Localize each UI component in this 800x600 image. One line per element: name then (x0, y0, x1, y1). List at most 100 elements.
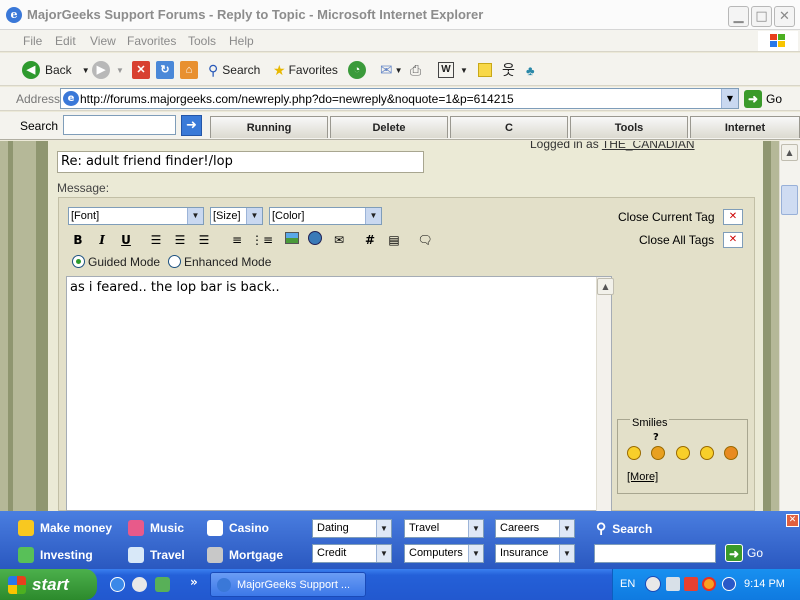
computers-select[interactable]: Computers ▼ (404, 544, 484, 563)
menu-help[interactable]: Help (229, 34, 254, 48)
close-all-tags-label: Close All Tags (639, 233, 715, 247)
search-toolbar: Search ➜ Running Delete C Tools Internet (0, 112, 800, 140)
close-all-tags-button[interactable]: ✕ (723, 232, 743, 248)
tray-antivirus-icon[interactable] (684, 577, 698, 591)
home-button[interactable]: ⌂ (180, 59, 198, 81)
scroll-up-icon[interactable]: ▲ (597, 278, 614, 295)
minimize-button[interactable]: ▁ (728, 6, 749, 27)
message-textarea[interactable] (66, 276, 612, 511)
guided-mode-radio[interactable] (72, 255, 85, 268)
smiley-icon[interactable] (700, 446, 714, 460)
bottom-go-button[interactable]: ➜ Go (725, 544, 763, 562)
back-button[interactable]: ◀ Back ▼ (22, 59, 90, 81)
link-make-money[interactable]: Make money (18, 520, 112, 536)
smiley-icon[interactable] (627, 446, 641, 460)
toolbar-search-input[interactable] (63, 115, 176, 135)
insert-php-icon[interactable]: ▤ (385, 231, 403, 249)
research-button[interactable]: ♣ (526, 59, 535, 81)
dating-select[interactable]: Dating ▼ (312, 519, 392, 538)
insurance-select[interactable]: Insurance ▼ (495, 544, 575, 563)
credit-select[interactable]: Credit ▼ (312, 544, 392, 563)
insert-email-icon[interactable]: ✉ (330, 231, 348, 249)
edit-word-button[interactable]: W ▼ (438, 59, 468, 81)
link-mortgage[interactable]: Mortgage (207, 547, 283, 563)
menu-favorites[interactable]: Favorites (127, 34, 176, 48)
link-music[interactable]: Music (128, 520, 184, 536)
border-stripe (36, 141, 48, 511)
menu-tools[interactable]: Tools (188, 34, 216, 48)
history-button[interactable]: ◔ (348, 59, 366, 81)
insert-link-icon[interactable] (306, 231, 324, 249)
textarea-scrollbar[interactable]: ▲ (596, 277, 614, 511)
media-player-icon[interactable] (132, 577, 147, 592)
color-select[interactable]: [Color] ▼ (269, 207, 382, 225)
menu-file[interactable]: File (23, 34, 42, 48)
start-button[interactable]: start (0, 569, 97, 600)
ie-quicklaunch-icon[interactable] (110, 577, 125, 592)
smilies-more-link[interactable]: [More] (627, 471, 658, 483)
forward-dropdown-icon[interactable]: ▼ (116, 66, 124, 75)
travel-select[interactable]: Travel ▼ (404, 519, 484, 538)
smiley-icon[interactable] (676, 446, 690, 460)
messenger-button[interactable]: 웃 (502, 59, 515, 81)
logged-in-user-link[interactable]: THE_CANADIAN (602, 141, 695, 151)
search-button[interactable]: ⚲ Search (208, 59, 260, 81)
messenger-quicklaunch-icon[interactable] (155, 577, 170, 592)
careers-select[interactable]: Careers ▼ (495, 519, 575, 538)
title-input[interactable]: Re: adult friend finder!/lop (57, 151, 424, 173)
bottom-search-input[interactable] (594, 544, 716, 563)
mail-button[interactable]: ✉ ▼ (380, 59, 403, 81)
tab-running[interactable]: Running (210, 116, 328, 138)
refresh-button[interactable]: ↻ (156, 59, 174, 81)
smiley-icon[interactable] (724, 446, 738, 460)
close-button[interactable]: ✕ (774, 6, 795, 27)
forward-button[interactable]: ▶ ▼ (92, 59, 124, 81)
smiley-icon[interactable] (651, 446, 665, 460)
unordered-list-icon[interactable]: ⋮≡ (251, 231, 273, 249)
insert-quote-icon[interactable]: 🗨 (416, 231, 434, 249)
scroll-up-icon[interactable]: ▲ (781, 144, 798, 161)
tab-delete[interactable]: Delete (330, 116, 448, 138)
italic-button[interactable]: I (93, 231, 111, 249)
tray-chevron-icon[interactable] (645, 576, 661, 592)
toolbar-close-icon[interactable]: ✕ (786, 514, 799, 527)
scroll-thumb[interactable] (781, 185, 798, 215)
tab-c[interactable]: C (450, 116, 568, 138)
font-select[interactable]: [Font] ▼ (68, 207, 204, 225)
tab-tools[interactable]: Tools (570, 116, 688, 138)
menu-view[interactable]: View (90, 34, 116, 48)
ordered-list-icon[interactable]: ≡ (228, 231, 246, 249)
menu-edit[interactable]: Edit (55, 34, 76, 48)
align-left-icon[interactable]: ☰ (147, 231, 165, 249)
enhanced-mode-radio[interactable] (168, 255, 181, 268)
bold-button[interactable]: B (69, 231, 87, 249)
tab-internet[interactable]: Internet (690, 116, 800, 138)
stop-button[interactable]: ✕ (132, 59, 150, 81)
page-scrollbar[interactable]: ▲ (779, 141, 800, 511)
link-casino[interactable]: Casino (207, 520, 269, 536)
bottom-search-button[interactable]: ⚲ Search (596, 520, 652, 537)
link-travel[interactable]: Travel (128, 547, 185, 563)
print-button[interactable]: ⎙ (410, 59, 421, 81)
close-current-tag-button[interactable]: ✕ (723, 209, 743, 225)
toolbar-search-go-button[interactable]: ➜ (181, 115, 202, 136)
back-dropdown-icon[interactable]: ▼ (82, 66, 90, 75)
insert-code-icon[interactable]: # (361, 231, 379, 249)
discuss-button[interactable] (478, 59, 492, 81)
language-indicator[interactable]: EN (620, 578, 635, 590)
tray-app-icon[interactable] (702, 577, 716, 591)
taskbar-item-ie[interactable]: MajorGeeks Support ... (210, 572, 366, 597)
favorites-button[interactable]: ★ Favorites (273, 59, 338, 81)
link-investing[interactable]: Investing (18, 547, 93, 563)
tray-messenger-icon[interactable] (722, 577, 736, 591)
size-select[interactable]: [Size] ▼ (210, 207, 263, 225)
go-button[interactable]: ➜ Go (744, 89, 782, 109)
quicklaunch-expand-icon[interactable]: » (190, 575, 198, 589)
align-center-icon[interactable]: ☰ (171, 231, 189, 249)
insert-image-icon[interactable] (283, 231, 301, 249)
maximize-button[interactable]: □ (751, 6, 772, 27)
tray-network-icon[interactable] (666, 577, 680, 591)
align-right-icon[interactable]: ☰ (195, 231, 213, 249)
underline-button[interactable]: U (117, 231, 135, 249)
address-dropdown-icon[interactable]: ▼ (721, 89, 738, 108)
